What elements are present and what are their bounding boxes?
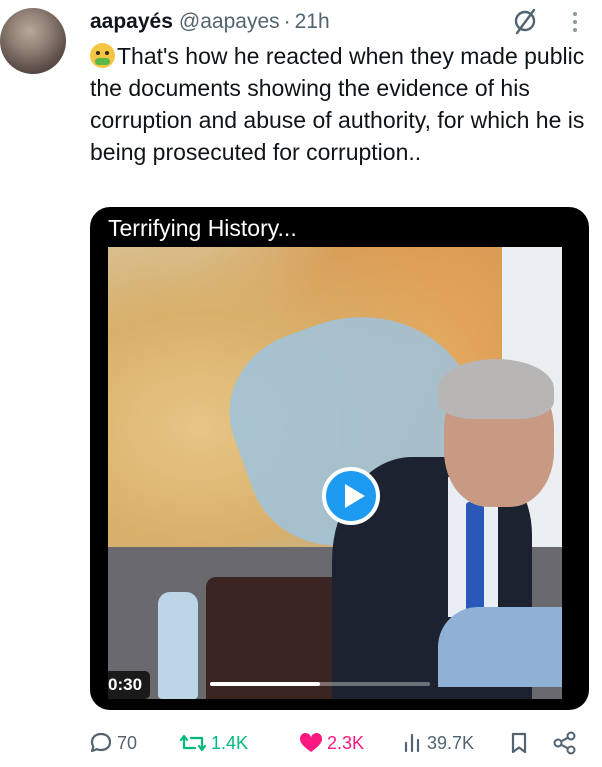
bookmark-icon — [511, 732, 527, 754]
play-button[interactable] — [322, 467, 380, 525]
like-button[interactable]: 2.3K — [298, 728, 364, 758]
bookmark-button[interactable] — [508, 728, 533, 758]
repost-count: 1.4K — [211, 732, 249, 753]
video-caption: Terrifying History... — [108, 215, 297, 241]
more-icon[interactable] — [568, 8, 582, 36]
repost-icon — [179, 734, 207, 752]
repost-button[interactable]: 1.4K — [178, 728, 248, 758]
action-bar: 70 1.4K 2.3K 39.7K — [88, 728, 588, 758]
video-frame[interactable] — [108, 247, 562, 699]
reply-icon — [90, 732, 112, 753]
separator: · — [283, 10, 291, 33]
share-icon — [553, 731, 576, 755]
post-header: aapayés @aapayes · 21h — [90, 8, 330, 36]
nauseated-face-emoji — [90, 43, 115, 68]
video-duration: 0:30 — [100, 671, 151, 699]
video-progress-bar[interactable] — [210, 682, 430, 686]
post-text: That's how he reacted when they made pub… — [90, 43, 585, 165]
man-tie — [466, 502, 484, 612]
post-text-container: That's how he reacted when they made pub… — [90, 40, 590, 168]
timestamp[interactable]: 21h — [295, 10, 330, 34]
foreground-arm — [438, 607, 562, 687]
avatar[interactable] — [0, 8, 66, 74]
man-hair — [438, 359, 554, 419]
reply-count: 70 — [117, 732, 138, 753]
chair — [206, 577, 346, 699]
heart-icon — [299, 732, 323, 752]
views-icon — [404, 733, 420, 753]
video-progress-fill — [210, 682, 320, 686]
handle[interactable]: @aapayes — [179, 10, 280, 34]
water-bottle — [158, 592, 198, 699]
display-name[interactable]: aapayés — [90, 10, 173, 34]
views-button[interactable]: 39.7K — [402, 728, 474, 758]
views-count: 39.7K — [427, 732, 475, 753]
video-player[interactable]: Terrifying History... — [90, 207, 589, 710]
like-count: 2.3K — [327, 732, 365, 753]
grok-icon[interactable] — [510, 6, 540, 36]
share-button[interactable] — [552, 728, 581, 758]
reply-button[interactable]: 70 — [88, 728, 137, 758]
